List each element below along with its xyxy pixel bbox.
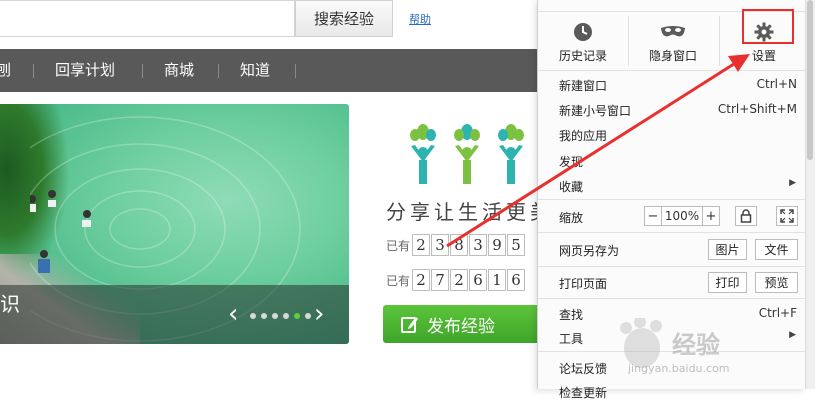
menu-item-new-window[interactable]: 新建窗口 Ctrl+N [538,72,806,97]
menu-item-label: 收藏 [559,180,584,194]
carousel-dots [250,313,311,319]
slogan: 分享让生活更美 [386,200,554,224]
menu-item-label: 工具 [559,332,584,346]
menu-separator [538,199,806,200]
counter-digit: 3 [469,234,488,256]
nav-separator [218,64,219,78]
menu-separator [538,298,806,299]
scrollbar-thumb[interactable] [807,0,813,160]
settings-highlight-box [742,9,794,44]
fullscreen-button[interactable] [776,206,798,226]
counter-digit: 5 [507,234,526,256]
zoom-control: − 100% + [644,206,720,226]
banner-carousel[interactable] [0,104,349,344]
menu-item-shortcut: Ctrl+N [756,77,797,91]
menu-item-favorites[interactable]: 收藏 ▶ [538,173,806,198]
carousel-next-icon[interactable]: › [314,301,330,327]
watermark-text: 经验 [672,331,720,359]
counter-digit: 1 [488,269,507,291]
clock-icon [574,23,592,41]
menu-separator [538,266,806,267]
menu-separator [538,232,806,233]
counter-digit: 2 [412,269,431,291]
carousel-dot[interactable] [305,313,311,319]
banner-caption[interactable]: 识 [0,288,20,317]
counter-label: 已有 [386,238,411,253]
quick-divider [628,16,629,66]
nav-item-0[interactable]: 刨 [0,49,11,92]
carousel-prev-icon[interactable]: ‹ [228,301,244,327]
help-link[interactable]: 帮助 [409,11,431,27]
publish-experience-button[interactable]: 发布经验 [383,305,543,343]
menu-item-label: 发现 [559,155,584,169]
menu-item-my-apps[interactable]: 我的应用 [538,122,806,147]
menu-item-label: 论坛反馈 [559,362,608,376]
nav-separator [142,64,143,78]
counter-digit: 8 [450,234,469,256]
nav-separator [295,64,296,78]
print-preview-button[interactable]: 预览 [755,272,798,293]
menu-item-label: 网页另存为 [559,244,620,258]
mask-icon [661,26,685,37]
counter-row-1: 已有 2 3 8 3 9 5 [386,233,526,257]
menu-item-label: 缩放 [559,211,584,225]
counter-digit: 7 [431,269,450,291]
menu-item-label: 我的应用 [559,129,608,143]
nav-item-mall[interactable]: 商城 [164,49,194,92]
menu-item-label: 打印页面 [559,277,608,291]
save-as-file-button[interactable]: 文件 [755,239,798,260]
counter-digit: 3 [431,234,450,256]
zoom-out-button[interactable]: − [644,206,662,226]
publish-label: 发布经验 [427,316,495,337]
counter-label: 已有 [386,273,411,288]
nav-item-zhidao[interactable]: 知道 [240,49,270,92]
fullscreen-icon [780,209,794,223]
edit-icon [401,317,418,333]
watermark-url: jingyan.baidu.com [628,362,730,375]
nav-separator [33,64,34,78]
counter-digit: 9 [488,234,507,256]
carousel-dot-active[interactable] [294,313,300,319]
zoom-value: 100% [662,206,702,226]
counter-row-2: 已有 2 7 2 6 1 6 [386,268,526,292]
submenu-arrow-icon: ▶ [789,178,796,188]
menu-item-discover[interactable]: 发现 [538,148,806,173]
nav-bar: 刨 回享计划 商城 知道 [0,49,540,92]
zoom-lock-button[interactable] [735,206,757,226]
lock-icon [740,209,752,223]
menu-item-label: 新建窗口 [559,79,608,93]
counter-digit: 2 [450,269,469,291]
incognito-label: 隐身窗口 [648,49,697,63]
menu-item-shortcut: Ctrl+Shift+M [717,102,797,116]
menu-separator [538,70,806,71]
carousel-dot[interactable] [261,313,267,319]
settings-label: 设置 [751,49,776,63]
carousel-dot[interactable] [250,313,256,319]
menu-item-new-small-window[interactable]: 新建小号窗口 Ctrl+Shift+M [538,97,806,122]
incognito-button[interactable]: 隐身窗口 [633,16,713,66]
menu-item-label: 查找 [559,308,584,322]
save-as-image-button[interactable]: 图片 [708,239,747,260]
nav-item-share-plan[interactable]: 回享计划 [55,49,115,92]
zoom-in-button[interactable]: + [702,206,720,226]
carousel-dot[interactable] [283,313,289,319]
print-button[interactable]: 打印 [708,272,747,293]
menu-item-label: 检查更新 [559,386,608,400]
carousel-dot[interactable] [272,313,278,319]
people-logo [410,124,524,184]
history-button[interactable]: 历史记录 [543,16,623,66]
counter-digit: 2 [412,234,431,256]
search-button[interactable]: 搜索经验 [295,0,393,37]
menu-item-label: 新建小号窗口 [559,104,632,118]
search-input[interactable] [0,0,295,37]
history-label: 历史记录 [558,49,607,63]
quick-divider [719,16,720,66]
counter-digit: 6 [507,269,526,291]
counter-digit: 6 [469,269,488,291]
